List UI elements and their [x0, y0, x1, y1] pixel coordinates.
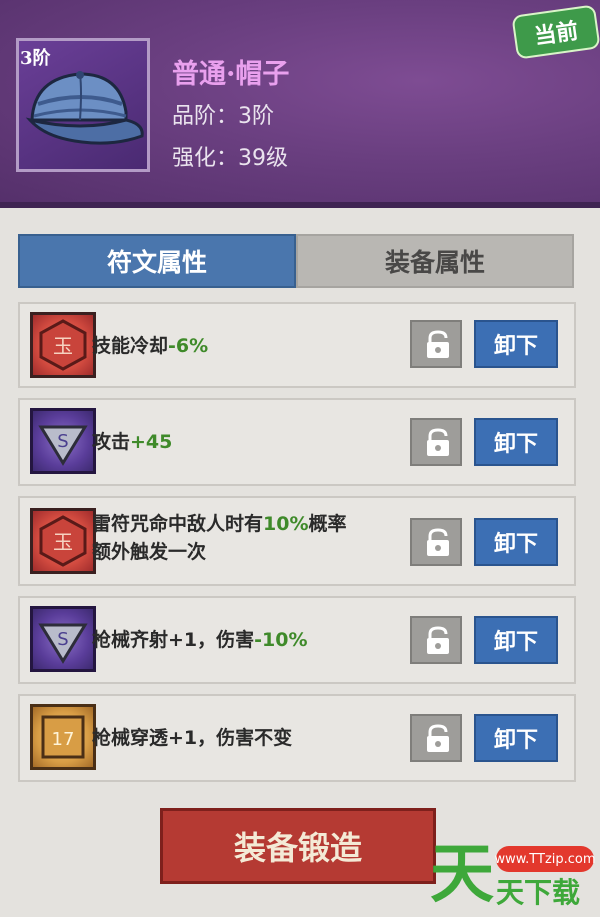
red-hex-rune-icon: 玉 — [30, 312, 96, 378]
purple-shield-rune-icon: S — [30, 408, 96, 474]
unlock-icon — [427, 330, 449, 358]
red-hex-rune-icon: 玉 — [30, 508, 96, 574]
lock-button[interactable] — [410, 714, 462, 762]
svg-text:玉: 玉 — [53, 334, 73, 358]
cap-icon — [22, 60, 146, 164]
unload-button[interactable]: 卸下 — [474, 714, 558, 762]
item-name: 普通·帽子 — [172, 59, 290, 90]
unload-button[interactable]: 卸下 — [474, 616, 558, 664]
unload-button[interactable]: 卸下 — [474, 320, 558, 368]
watermark-logo: 天 — [430, 838, 494, 912]
unlock-icon — [427, 724, 449, 752]
unlock-icon — [427, 428, 449, 456]
rune-effect-text: 枪械穿透+1，伤害不变 — [92, 727, 293, 749]
watermark-text: 天下载 — [496, 876, 581, 909]
rune-effect-text: 攻击+45 — [92, 431, 173, 453]
lock-button[interactable] — [410, 616, 462, 664]
svg-text:S: S — [57, 431, 68, 452]
unload-button[interactable]: 卸下 — [474, 518, 558, 566]
unload-button[interactable]: 卸下 — [474, 418, 558, 466]
rune-effect-text: 技能冷却-6% — [92, 335, 209, 357]
rune-effect-text: 雷符咒命中敌人时有10%概率 额外触发一次 — [92, 513, 347, 563]
gold-square-rune-icon: 17 — [30, 704, 96, 770]
lock-button[interactable] — [410, 320, 462, 368]
svg-text:S: S — [57, 629, 68, 650]
unlock-icon — [427, 626, 449, 654]
equipment-forge-button[interactable]: 装备锻造 — [160, 808, 436, 884]
tab-equipment-attributes[interactable]: 装备属性 — [296, 234, 574, 288]
lock-button[interactable] — [410, 518, 462, 566]
watermark-url: www.TTzip.com — [494, 846, 596, 872]
lock-button[interactable] — [410, 418, 462, 466]
svg-text:17: 17 — [52, 729, 75, 750]
enhance-line: 强化：39级 — [172, 146, 288, 171]
rune-effect-text: 枪械齐射+1，伤害-10% — [92, 629, 308, 651]
purple-shield-rune-icon: S — [30, 606, 96, 672]
svg-text:玉: 玉 — [53, 530, 73, 554]
unlock-icon — [427, 528, 449, 556]
tab-rune-attributes[interactable]: 符文属性 — [18, 234, 296, 288]
quality-line: 品阶：3阶 — [172, 104, 274, 129]
